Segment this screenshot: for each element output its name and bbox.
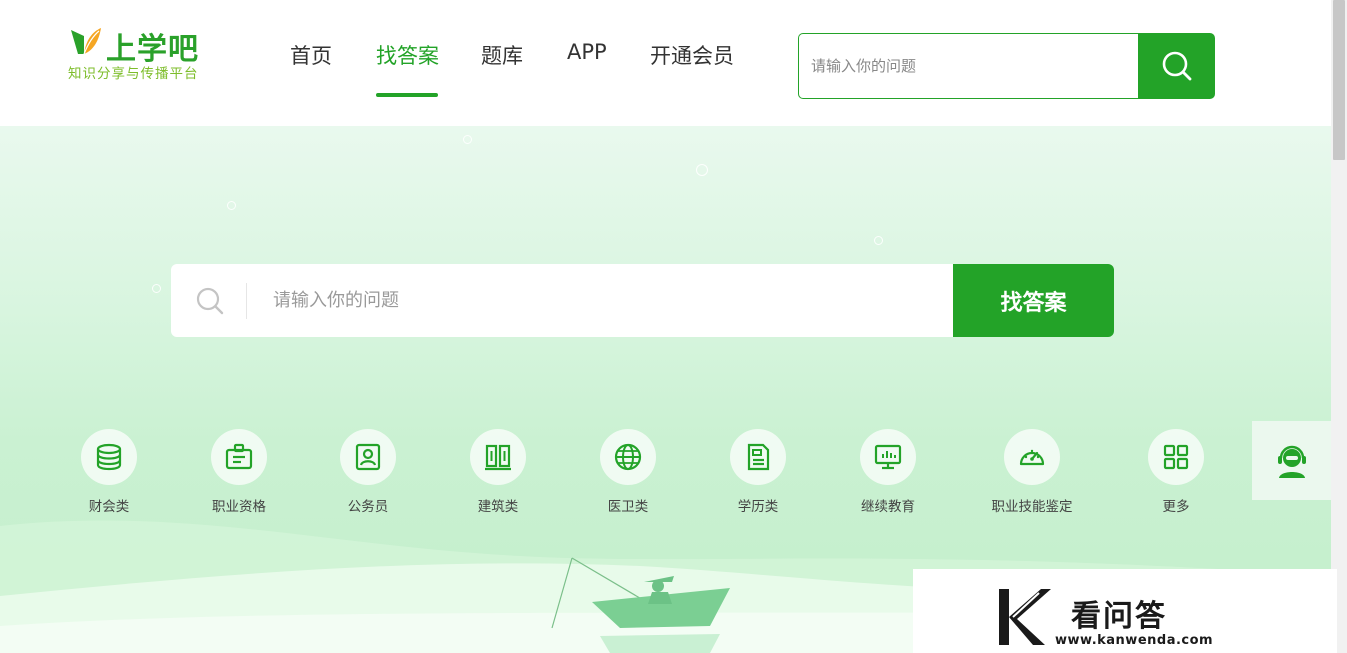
category-label: 公务员 xyxy=(347,499,389,515)
customer-service-icon xyxy=(1277,445,1306,478)
fisherman-illustration xyxy=(551,557,730,653)
search-icon xyxy=(1162,51,1191,81)
category-label: 职业技能鉴定 xyxy=(991,499,1073,515)
category-medical[interactable]: 医卫类 xyxy=(568,429,688,515)
header-search-button[interactable] xyxy=(1138,33,1215,99)
category-label: 医卫类 xyxy=(607,499,649,515)
page-scrollbar[interactable] xyxy=(1331,0,1347,653)
category-civil-servant[interactable]: 公务员 xyxy=(308,429,428,515)
decor-bubble xyxy=(696,164,708,176)
category-label: 继续教育 xyxy=(861,499,915,515)
k-logo-icon xyxy=(999,589,1051,645)
category-construction[interactable]: 建筑类 xyxy=(438,429,558,515)
document-icon xyxy=(747,443,770,471)
main-search: 找答案 xyxy=(171,264,1114,337)
nav-home[interactable]: 首页 xyxy=(290,40,332,70)
category-accounting[interactable]: 财会类 xyxy=(49,429,169,515)
category-label: 学历类 xyxy=(737,499,779,515)
gauge-icon xyxy=(1019,449,1045,466)
watermark: 看问答 www.kanwenda.com xyxy=(913,569,1337,653)
decor-bubble xyxy=(874,236,883,245)
nav-question-bank[interactable]: 题库 xyxy=(481,40,523,70)
main-search-box xyxy=(171,264,953,337)
watermark-url: www.kanwenda.com xyxy=(1055,633,1214,648)
decor-bubble xyxy=(227,201,236,210)
search-divider xyxy=(246,283,247,319)
customer-service-button[interactable] xyxy=(1252,421,1331,500)
scrollbar-thumb[interactable] xyxy=(1333,0,1345,160)
watermark-title: 看问答 xyxy=(1071,599,1167,634)
header: 上学吧 知识分享与传播平台 首页 找答案 题库 APP 开通会员 xyxy=(0,0,1331,126)
decor-bubble xyxy=(463,135,472,144)
portrait-icon xyxy=(355,443,381,471)
nav-find-answer[interactable]: 找答案 xyxy=(376,40,439,70)
nav-membership[interactable]: 开通会员 xyxy=(650,40,734,70)
brand-slogan: 知识分享与传播平台 xyxy=(68,66,199,82)
decor-bubble xyxy=(152,284,161,293)
category-list: 财会类 职业资格 公务员 建筑类 医卫类 学历类 继续教育 职业技能鉴定 更多 xyxy=(0,429,1331,529)
main-search-input[interactable] xyxy=(273,264,933,337)
leaf-logo-icon xyxy=(71,28,101,55)
category-continuing-education[interactable]: 继续教育 xyxy=(828,429,948,515)
category-skill-appraisal[interactable]: 职业技能鉴定 xyxy=(972,429,1092,515)
header-search-input[interactable] xyxy=(798,33,1140,99)
grid-icon xyxy=(1163,444,1189,470)
monitor-chart-icon xyxy=(874,444,902,470)
nav-active-indicator xyxy=(376,93,438,97)
globe-icon xyxy=(614,443,642,471)
database-icon xyxy=(96,443,122,471)
search-icon xyxy=(196,287,224,315)
find-answer-button[interactable]: 找答案 xyxy=(953,264,1114,337)
site-logo[interactable]: 上学吧 知识分享与传播平台 xyxy=(68,24,218,84)
category-vocational-qualification[interactable]: 职业资格 xyxy=(179,429,299,515)
category-more[interactable]: 更多 xyxy=(1116,429,1236,515)
category-academic[interactable]: 学历类 xyxy=(698,429,818,515)
category-label: 更多 xyxy=(1162,499,1190,515)
category-label: 建筑类 xyxy=(477,499,519,515)
nav-app[interactable]: APP xyxy=(567,40,607,64)
id-badge-icon xyxy=(225,443,253,470)
building-icon xyxy=(485,444,511,471)
category-label: 财会类 xyxy=(88,499,130,515)
header-search xyxy=(798,33,1215,99)
category-label: 职业资格 xyxy=(212,499,266,515)
